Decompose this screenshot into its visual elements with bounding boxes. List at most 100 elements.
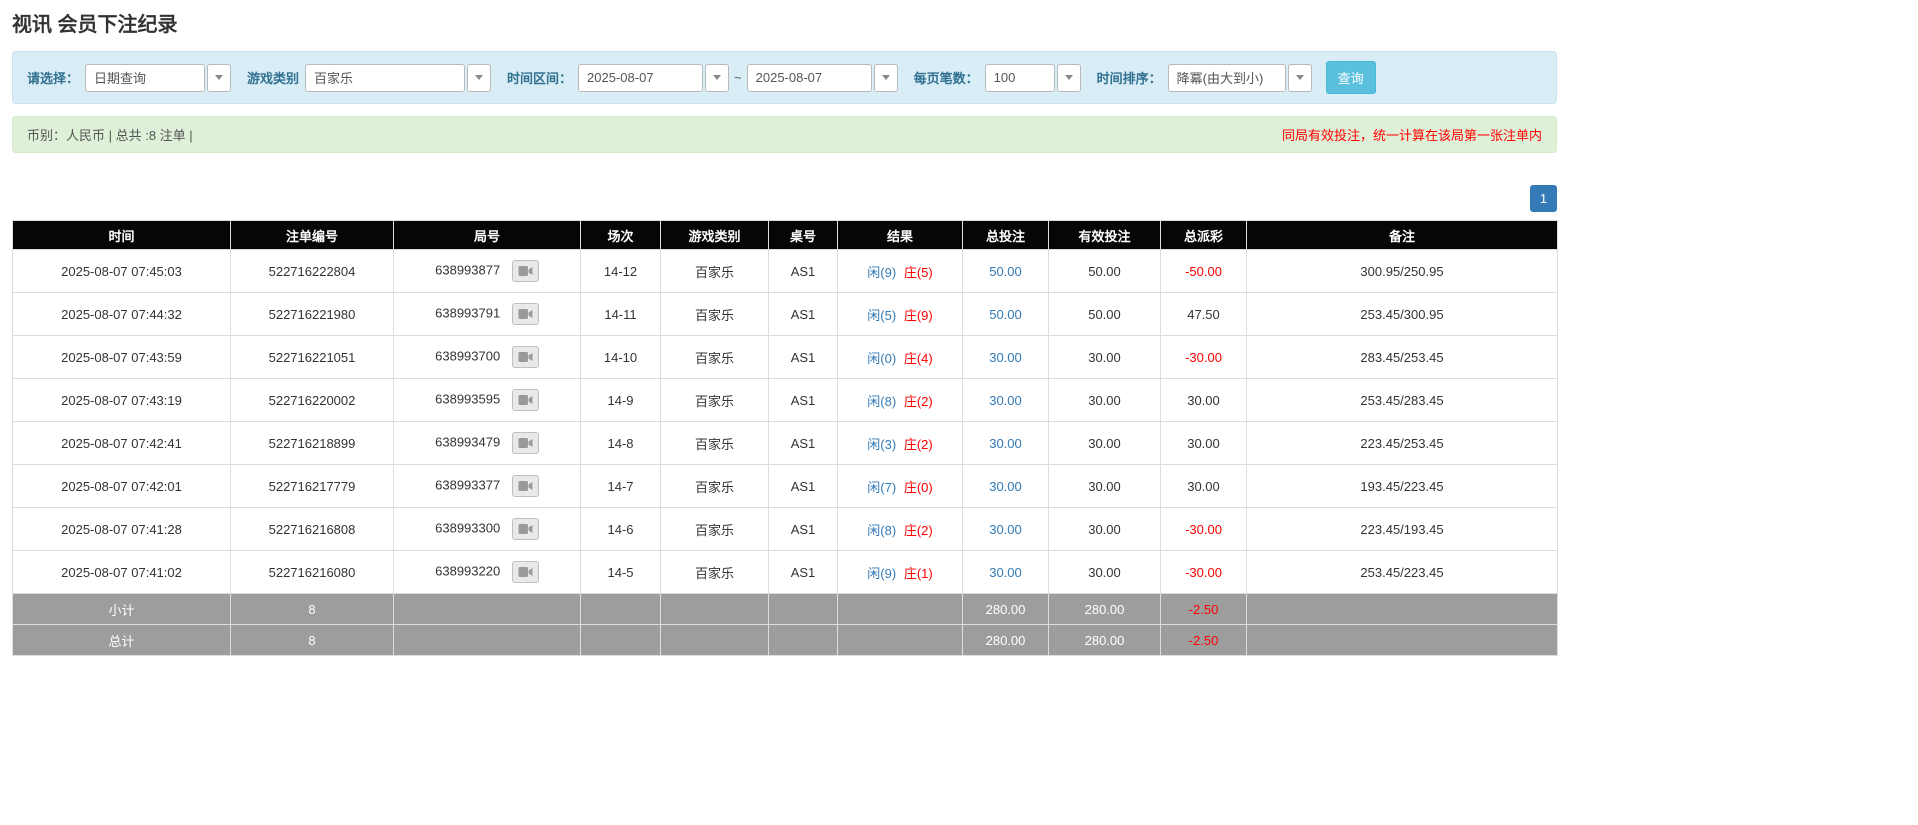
round-number: 638993877 <box>435 262 500 277</box>
video-icon <box>518 523 533 535</box>
cell-round: 638993595 <box>394 379 581 422</box>
date-to-combo <box>747 64 898 92</box>
result-player: 闲(9) <box>867 265 896 280</box>
result-banker: 庄(5) <box>904 265 933 280</box>
cell-table: AS1 <box>769 465 838 508</box>
cell-time: 2025-08-07 07:43:19 <box>13 379 231 422</box>
date-to-input[interactable] <box>747 64 872 92</box>
round-video-button[interactable] <box>512 475 539 497</box>
video-icon <box>518 437 533 449</box>
search-button[interactable]: 查询 <box>1326 61 1376 94</box>
caret-down-icon <box>882 75 890 80</box>
sort-order-caret-button[interactable] <box>1288 64 1312 92</box>
game-type-caret-button[interactable] <box>467 64 491 92</box>
table-row: 2025-08-07 07:42:01 522716217779 6389933… <box>13 465 1558 508</box>
cell-note: 253.45/300.95 <box>1247 293 1558 336</box>
date-to-caret-button[interactable] <box>874 64 898 92</box>
cell-valid-bet: 30.00 <box>1049 551 1161 594</box>
total-valid-bet: 280.00 <box>1049 625 1161 656</box>
cell-result: 闲(9) 庄(5) <box>838 250 963 293</box>
total-bet-link[interactable]: 50.00 <box>989 307 1022 322</box>
video-icon <box>518 566 533 578</box>
cell-valid-bet: 50.00 <box>1049 293 1161 336</box>
round-video-button[interactable] <box>512 260 539 282</box>
round-number: 638993595 <box>435 391 500 406</box>
total-bet-link[interactable]: 50.00 <box>989 264 1022 279</box>
table-body: 2025-08-07 07:45:03 522716222804 6389938… <box>13 250 1558 594</box>
total-bet-link[interactable]: 30.00 <box>989 522 1022 537</box>
cell-session: 14-9 <box>581 379 661 422</box>
round-video-button[interactable] <box>512 561 539 583</box>
col-time: 时间 <box>13 221 231 250</box>
cell-payout: 30.00 <box>1161 422 1247 465</box>
round-number: 638993220 <box>435 563 500 578</box>
page-size-input[interactable] <box>985 64 1055 92</box>
cell-total-bet: 30.00 <box>963 465 1049 508</box>
total-bet-link[interactable]: 30.00 <box>989 350 1022 365</box>
cell-table: AS1 <box>769 379 838 422</box>
page-size-caret-button[interactable] <box>1057 64 1081 92</box>
round-video-button[interactable] <box>512 518 539 540</box>
caret-down-icon <box>1065 75 1073 80</box>
cell-time: 2025-08-07 07:44:32 <box>13 293 231 336</box>
cell-bet-id: 522716216808 <box>231 508 394 551</box>
cell-round: 638993877 <box>394 250 581 293</box>
cell-bet-id: 522716221980 <box>231 293 394 336</box>
date-from-caret-button[interactable] <box>705 64 729 92</box>
sort-order-input[interactable] <box>1168 64 1286 92</box>
video-icon <box>518 480 533 492</box>
round-number: 638993791 <box>435 305 500 320</box>
empty-cell <box>394 594 581 625</box>
total-count: 8 <box>231 625 394 656</box>
total-bet-link[interactable]: 30.00 <box>989 436 1022 451</box>
cell-round: 638993377 <box>394 465 581 508</box>
cell-total-bet: 30.00 <box>963 508 1049 551</box>
cell-note: 253.45/283.45 <box>1247 379 1558 422</box>
cell-payout: 30.00 <box>1161 379 1247 422</box>
cell-time: 2025-08-07 07:41:02 <box>13 551 231 594</box>
cell-total-bet: 30.00 <box>963 551 1049 594</box>
game-type-label: 游戏类别 <box>247 68 299 87</box>
cell-table: AS1 <box>769 250 838 293</box>
round-number: 638993377 <box>435 477 500 492</box>
video-icon <box>518 351 533 363</box>
select-type-label: 请选择： <box>27 68 79 87</box>
bet-records-table: 时间 注单编号 局号 场次 游戏类别 桌号 结果 总投注 有效投注 总派彩 备注… <box>12 220 1558 656</box>
table-header-row: 时间 注单编号 局号 场次 游戏类别 桌号 结果 总投注 有效投注 总派彩 备注 <box>13 221 1558 250</box>
cell-session: 14-11 <box>581 293 661 336</box>
cell-session: 14-10 <box>581 336 661 379</box>
cell-round: 638993479 <box>394 422 581 465</box>
cell-result: 闲(8) 庄(2) <box>838 508 963 551</box>
col-valid-bet: 有效投注 <box>1049 221 1161 250</box>
col-total-bet: 总投注 <box>963 221 1049 250</box>
page-container: 视讯 会员下注纪录 请选择： 游戏类别 时间区间： ~ 每页笔数： 时间排序： <box>12 8 1557 825</box>
caret-down-icon <box>713 75 721 80</box>
cell-valid-bet: 30.00 <box>1049 379 1161 422</box>
cell-total-bet: 30.00 <box>963 379 1049 422</box>
round-video-button[interactable] <box>512 303 539 325</box>
date-range-separator: ~ <box>734 70 742 85</box>
round-video-button[interactable] <box>512 432 539 454</box>
select-type-caret-button[interactable] <box>207 64 231 92</box>
cell-game-type: 百家乐 <box>661 379 769 422</box>
cell-note: 223.45/193.45 <box>1247 508 1558 551</box>
summary-bar: 币别：人民币 | 总共 :8 注单 | 同局有效投注，统一计算在该局第一张注单内 <box>12 116 1557 153</box>
cell-payout: 30.00 <box>1161 465 1247 508</box>
cell-valid-bet: 50.00 <box>1049 250 1161 293</box>
round-video-button[interactable] <box>512 389 539 411</box>
cell-note: 300.95/250.95 <box>1247 250 1558 293</box>
total-bet-link[interactable]: 30.00 <box>989 479 1022 494</box>
page-size-label: 每页笔数： <box>914 68 979 87</box>
cell-result: 闲(3) 庄(2) <box>838 422 963 465</box>
pagination-page-1-top[interactable]: 1 <box>1530 185 1557 212</box>
col-session: 场次 <box>581 221 661 250</box>
empty-cell <box>661 625 769 656</box>
col-payout: 总派彩 <box>1161 221 1247 250</box>
result-banker: 庄(9) <box>904 308 933 323</box>
round-video-button[interactable] <box>512 346 539 368</box>
total-bet-link[interactable]: 30.00 <box>989 565 1022 580</box>
game-type-input[interactable] <box>305 64 465 92</box>
date-from-input[interactable] <box>578 64 703 92</box>
total-bet-link[interactable]: 30.00 <box>989 393 1022 408</box>
select-type-input[interactable] <box>85 64 205 92</box>
